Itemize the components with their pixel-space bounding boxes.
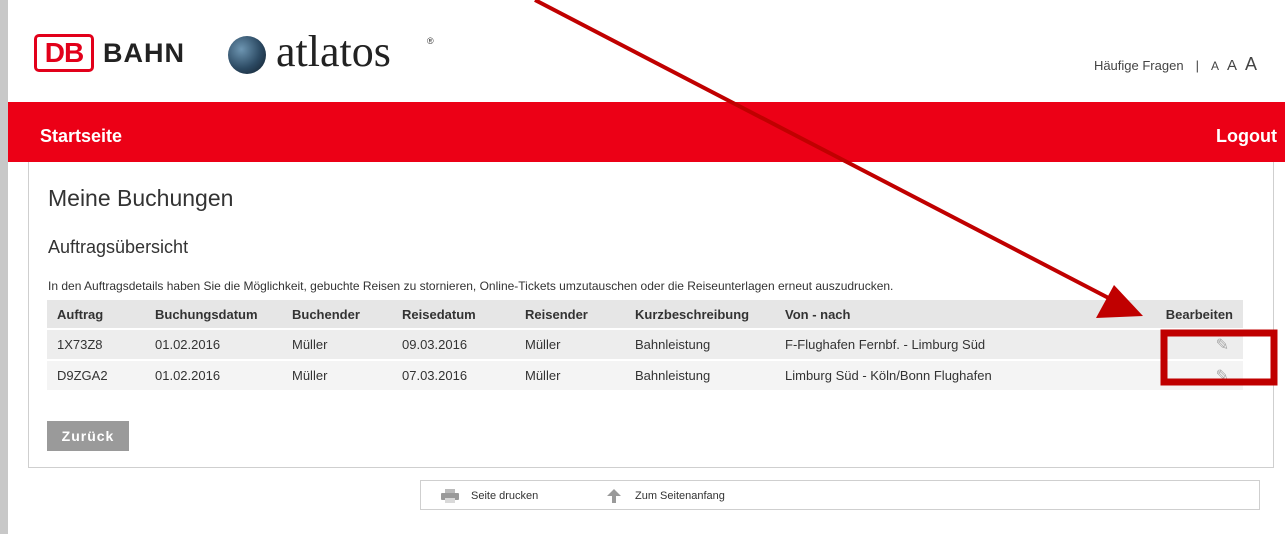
booking-date: 01.02.2016	[145, 359, 282, 390]
booker: Müller	[282, 328, 392, 360]
travel-date: 09.03.2016	[392, 328, 515, 360]
column-header: Von - nach	[775, 300, 1123, 329]
footer-toolbar: Seite drucken Zum Seitenanfang	[420, 480, 1260, 510]
route: F-Flughafen Fernbf. - Limburg Süd	[775, 328, 1123, 360]
atlatos-wordmark: atlatos	[276, 27, 391, 76]
column-header: Buchender	[282, 300, 392, 329]
traveler: Müller	[515, 328, 625, 360]
top-links: Häufige Fragen | A A A	[1094, 54, 1257, 75]
globe-icon	[228, 36, 266, 74]
nav-bar: Startseite Logout	[8, 102, 1285, 162]
font-size-small-button[interactable]: A	[1211, 59, 1219, 73]
table-header-row: Auftrag Buchungsdatum Buchender Reisedat…	[47, 300, 1243, 329]
pencil-icon: ✎	[1215, 336, 1229, 354]
order-id[interactable]: D9ZGA2	[47, 359, 145, 390]
arrow-up-icon[interactable]	[607, 489, 621, 503]
nav-home-link[interactable]: Startseite	[40, 126, 122, 147]
font-size-large-button[interactable]: A	[1245, 54, 1257, 75]
booker: Müller	[282, 359, 392, 390]
edit-button[interactable]: ✎	[1123, 328, 1243, 360]
column-header: Reisender	[515, 300, 625, 329]
description: Bahnleistung	[625, 328, 775, 360]
printer-icon[interactable]	[441, 489, 459, 503]
print-link[interactable]: Seite drucken	[471, 490, 538, 502]
orders-table: Auftrag Buchungsdatum Buchender Reisedat…	[47, 300, 1243, 390]
column-header: Bearbeiten	[1123, 300, 1243, 329]
trademark-mark: ®	[427, 36, 434, 46]
table-row[interactable]: D9ZGA2 01.02.2016 Müller 07.03.2016 Müll…	[47, 359, 1243, 390]
info-text: In den Auftragsdetails haben Sie die Mög…	[48, 279, 894, 293]
column-header: Kurzbeschreibung	[625, 300, 775, 329]
separator: |	[1195, 58, 1199, 73]
column-header: Reisedatum	[392, 300, 515, 329]
faq-link[interactable]: Häufige Fragen	[1094, 58, 1184, 73]
back-to-top-link[interactable]: Zum Seitenanfang	[635, 490, 725, 502]
column-header: Auftrag	[47, 300, 145, 329]
column-header: Buchungsdatum	[145, 300, 282, 329]
route: Limburg Süd - Köln/Bonn Flughafen	[775, 359, 1123, 390]
travel-date: 07.03.2016	[392, 359, 515, 390]
nav-logout-link[interactable]: Logout	[1216, 126, 1277, 147]
table-row[interactable]: 1X73Z8 01.02.2016 Müller 09.03.2016 Müll…	[47, 328, 1243, 360]
font-size-medium-button[interactable]: A	[1227, 57, 1237, 74]
traveler: Müller	[515, 359, 625, 390]
db-logo[interactable]: DB	[34, 34, 94, 72]
back-button[interactable]: Zurück	[47, 421, 129, 451]
bahn-wordmark: BAHN	[103, 38, 185, 68]
page-title: Meine Buchungen	[48, 185, 234, 211]
edit-button[interactable]: ✎	[1123, 359, 1243, 390]
section-title: Auftragsübersicht	[48, 237, 189, 257]
booking-date: 01.02.2016	[145, 328, 282, 360]
order-id[interactable]: 1X73Z8	[47, 328, 145, 360]
pencil-icon: ✎	[1215, 367, 1229, 385]
left-border	[0, 0, 8, 534]
header	[8, 0, 1285, 102]
description: Bahnleistung	[625, 359, 775, 390]
